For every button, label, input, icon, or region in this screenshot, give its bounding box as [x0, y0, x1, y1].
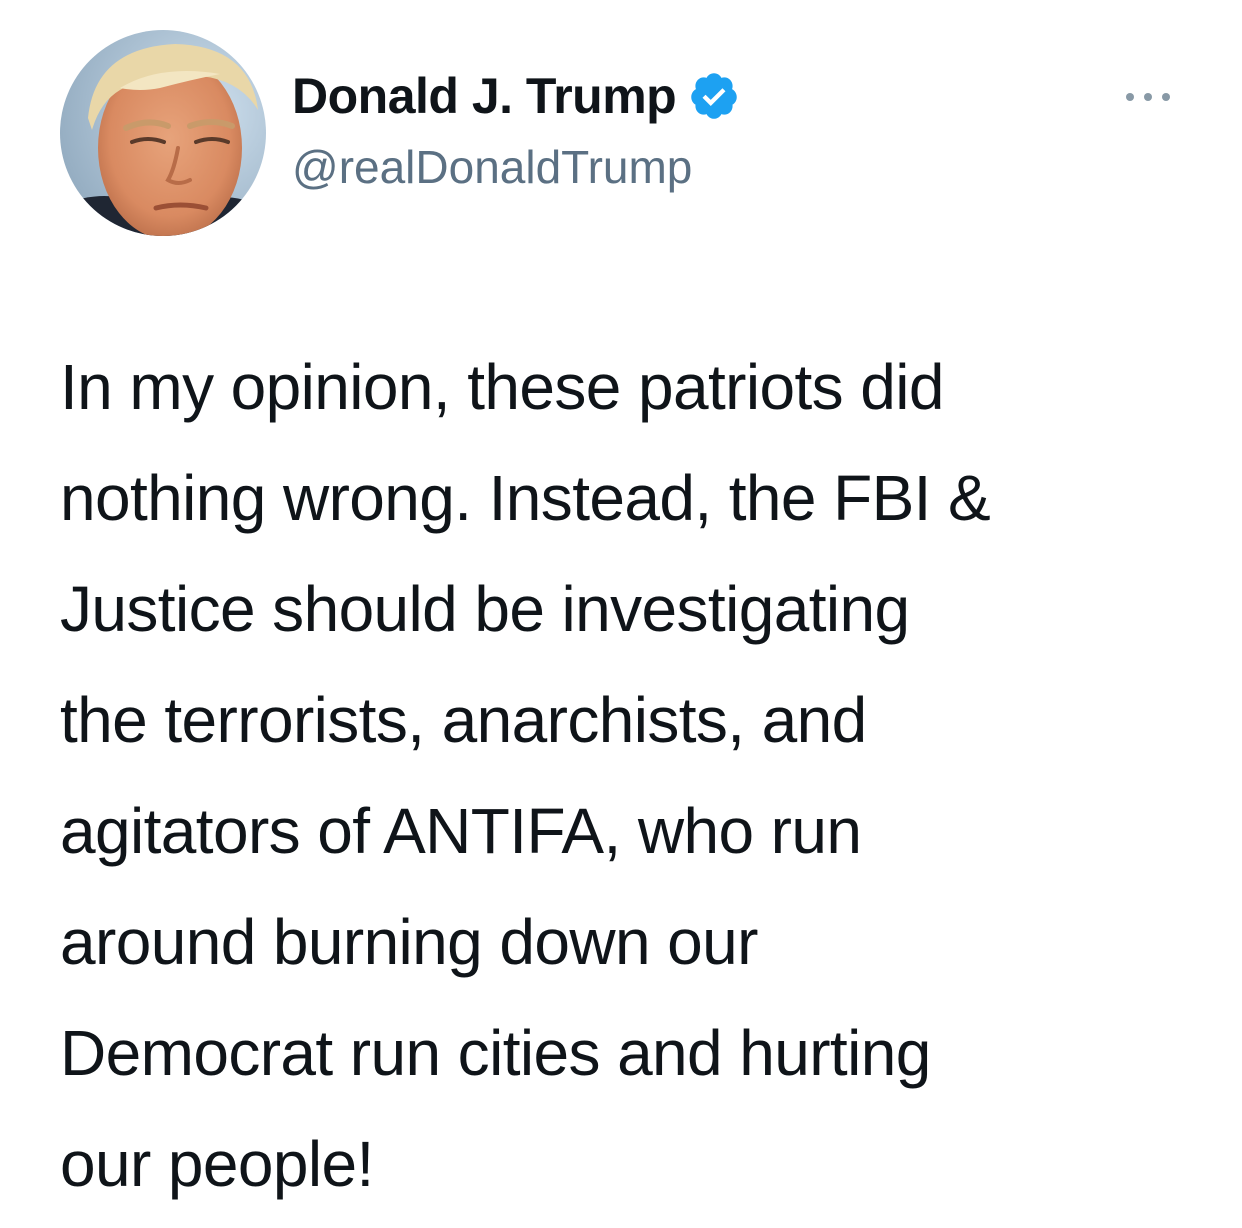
tweet-text-line: agitators of ANTIFA, who run [60, 795, 862, 867]
display-name[interactable]: Donald J. Trump [292, 67, 677, 125]
avatar-image [60, 30, 266, 236]
tweet-text-line: Justice should be investigating [60, 573, 910, 645]
more-options-icon[interactable] [1118, 82, 1178, 112]
tweet-text-line: around burning down our [60, 906, 758, 978]
tweet-text: In my opinion, these patriots did nothin… [60, 332, 1200, 1220]
tweet-text-line: Democrat run cities and hurting [60, 1017, 931, 1089]
tweet-text-line: our people! [60, 1128, 374, 1200]
tweet-text-line: In my opinion, these patriots did [60, 351, 944, 423]
author-handle[interactable]: @realDonaldTrump [292, 140, 740, 194]
tweet-text-line: nothing wrong. Instead, the FBI & [60, 462, 991, 534]
name-row: Donald J. Trump [292, 64, 740, 128]
author-identity[interactable]: Donald J. Trump @realDonaldTrump [292, 64, 740, 194]
tweet-text-line: the terrorists, anarchists, and [60, 684, 867, 756]
verified-badge-icon [691, 73, 737, 119]
tweet-card: Donald J. Trump @realDonaldTrump In my o… [0, 0, 1242, 1228]
author-avatar[interactable] [60, 30, 266, 236]
